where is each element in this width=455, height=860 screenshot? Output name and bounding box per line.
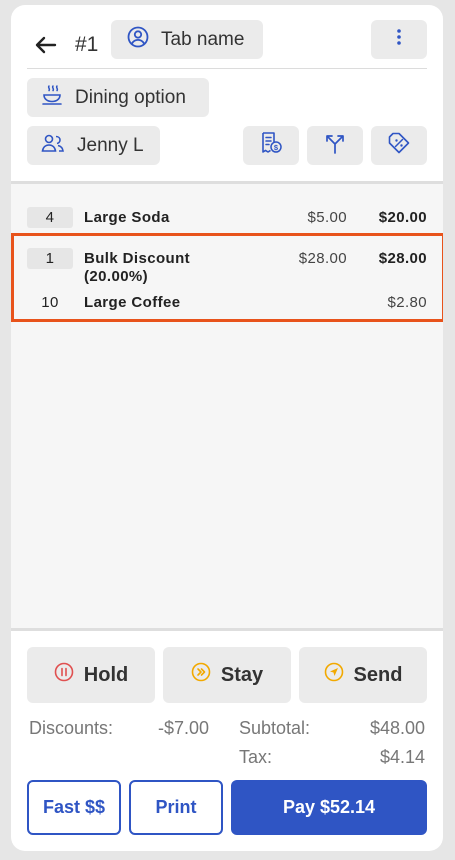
hold-label: Hold <box>83 663 129 686</box>
send-circle-icon <box>324 662 344 688</box>
tax-label: Tax: <box>239 747 273 767</box>
stay-button[interactable]: Stay <box>163 647 291 703</box>
dining-option-label: Dining option <box>75 86 186 108</box>
more-vertical-icon <box>396 28 402 52</box>
hot-dish-icon <box>41 84 63 112</box>
user-circle-icon <box>127 26 149 54</box>
more-menu-button[interactable] <box>371 20 427 59</box>
split-button[interactable] <box>307 126 363 165</box>
split-arrows-icon <box>323 131 347 161</box>
order-panel: #1 Tab name Dining option Jenny L $ 4 La… <box>11 5 443 851</box>
pay-button[interactable]: Pay $52.14 <box>231 780 427 835</box>
highlighted-items-frame <box>11 233 443 322</box>
subtotal-label: Subtotal: <box>239 718 311 738</box>
item-quantity: 4 <box>27 207 73 228</box>
header-divider <box>27 68 427 69</box>
guests-icon <box>41 133 65 159</box>
item-total: $20.00 <box>378 209 427 226</box>
fast-cash-button[interactable]: Fast $$ <box>27 780 121 835</box>
order-number: #1 <box>75 33 99 56</box>
guest-button[interactable]: Jenny L <box>27 126 160 165</box>
svg-text:$: $ <box>274 143 279 152</box>
tax-value: $4.14 <box>379 747 425 767</box>
discount-button[interactable] <box>371 126 427 165</box>
discounts-value: -$7.00 <box>158 718 210 738</box>
back-arrow-icon[interactable] <box>33 32 59 58</box>
hold-button[interactable]: Hold <box>27 647 155 703</box>
item-name: Large Soda <box>84 209 170 226</box>
discounts-label: Discounts: <box>29 718 114 738</box>
tab-name-button[interactable]: Tab name <box>111 20 263 59</box>
pause-circle-icon <box>54 662 74 688</box>
subtotal-value: $48.00 <box>369 718 425 738</box>
receipt-dollar-icon: $ <box>259 131 283 161</box>
print-button[interactable]: Print <box>129 780 223 835</box>
send-button[interactable]: Send <box>299 647 427 703</box>
send-label: Send <box>353 663 403 686</box>
tab-name-label: Tab name <box>161 28 245 50</box>
receipt-button[interactable]: $ <box>243 126 299 165</box>
tag-discount-icon <box>387 131 411 161</box>
guest-name-label: Jenny L <box>77 134 144 156</box>
fast-forward-circle-icon <box>191 662 211 688</box>
item-price: $5.00 <box>307 209 347 226</box>
dining-option-button[interactable]: Dining option <box>27 78 209 117</box>
stay-label: Stay <box>220 663 264 686</box>
